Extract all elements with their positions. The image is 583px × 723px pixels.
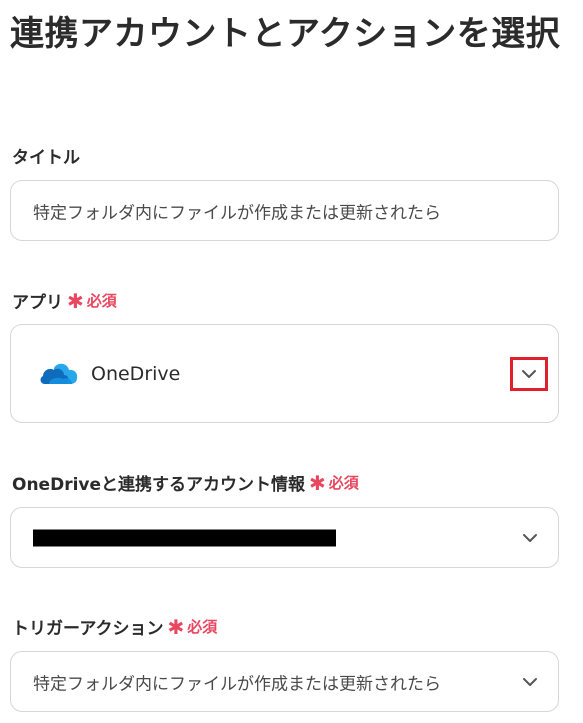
app-label-text: アプリ [12,293,63,313]
required-star-icon: ✱ [309,470,326,495]
required-text: 必須 [187,618,218,636]
app-select[interactable]: OneDrive [10,324,559,423]
required-star-icon: ✱ [167,614,185,639]
required-text: 必須 [86,292,117,310]
trigger-label-text: トリガーアクション [12,619,164,639]
settings-page: 連携アカウントとアクションを選択 タイトル 特定フォルダ内にファイルが作成または… [0,0,583,723]
trigger-dropdown-toggle[interactable] [516,668,544,696]
chevron-down-icon [522,369,536,378]
trigger-label: トリガーアクション ✱ 必須 [12,614,217,640]
required-star-icon: ✱ [67,288,84,313]
app-dropdown-toggle[interactable] [510,356,548,391]
title-label-text: タイトル [12,148,80,168]
trigger-action-select[interactable]: 特定フォルダ内にファイルが作成または更新されたら [10,651,559,712]
chevron-down-icon [523,533,537,542]
title-input-value: 特定フォルダ内にファイルが作成または更新されたら [33,203,441,223]
title-input[interactable]: 特定フォルダ内にファイルが作成または更新されたら [10,180,559,241]
required-badge: ✱ 必須 [167,616,217,637]
onedrive-cloud-icon [40,363,78,384]
account-label: OneDriveと連携するアカウント情報 ✱ 必須 [12,470,359,496]
required-badge: ✱ 必須 [309,472,359,493]
app-name: OneDrive [91,362,181,385]
app-label: アプリ ✱ 必須 [12,288,117,314]
trigger-action-value: 特定フォルダ内にファイルが作成または更新されたら [33,674,441,694]
page-title: 連携アカウントとアクションを選択 [10,14,561,54]
redacted-account-value [33,529,336,546]
required-badge: ✱ 必須 [67,290,117,311]
account-label-text: OneDriveと連携するアカウント情報 [12,475,306,495]
title-label: タイトル [12,143,80,168]
required-text: 必須 [328,474,359,492]
account-dropdown-toggle[interactable] [516,524,544,552]
chevron-down-icon [523,677,537,686]
account-select[interactable] [10,507,559,568]
